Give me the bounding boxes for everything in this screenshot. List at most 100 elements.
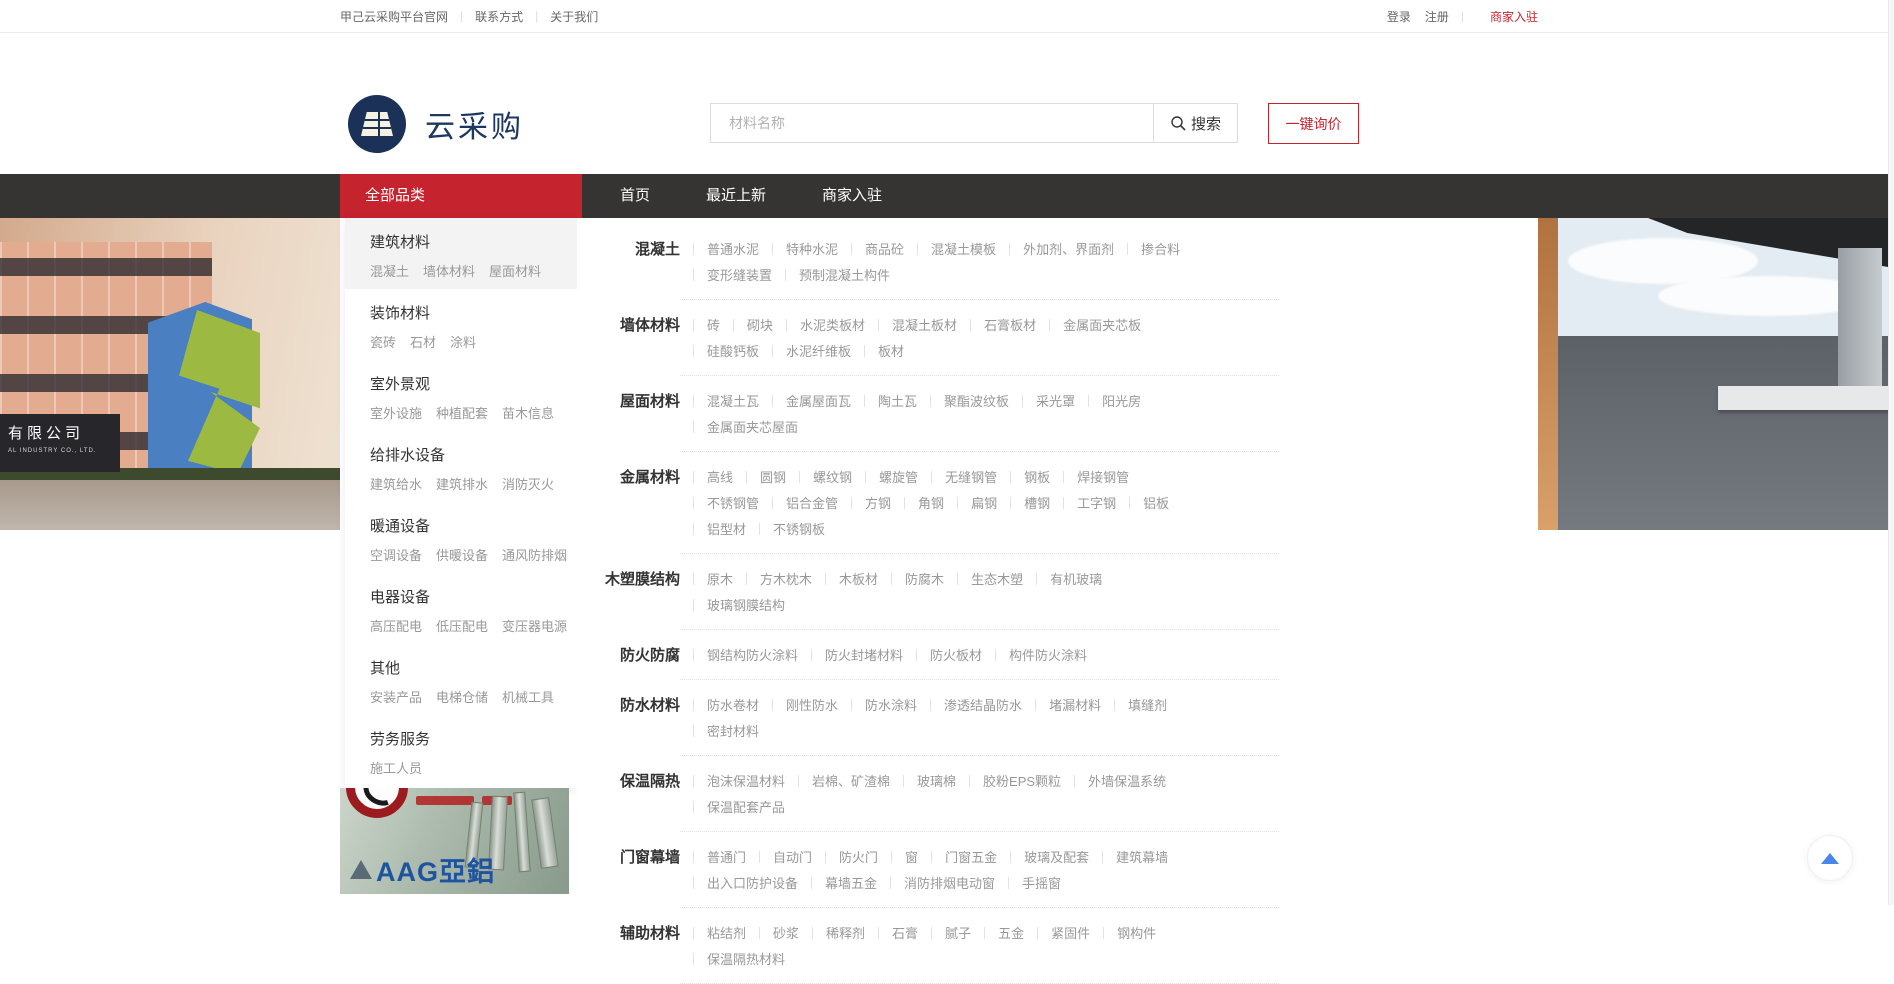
sidebar-sub-link[interactable]: 瓷砖 [370,332,396,351]
login-link[interactable]: 登录 [1387,8,1411,25]
mega-sub-link[interactable]: 防水涂料 [865,693,917,719]
sidebar-group-title[interactable]: 其他 [370,657,577,678]
mega-sub-link[interactable]: 保温配套产品 [707,795,785,821]
mega-category-label[interactable]: 金属材料 [590,452,680,554]
mega-category-label[interactable]: 保温隔热 [590,756,680,832]
mega-sub-link[interactable]: 水泥纤维板 [786,339,851,365]
mega-sub-link[interactable]: 圆钢 [760,465,786,491]
nav-item[interactable]: 首页 [620,174,650,218]
search-button[interactable]: 搜索 [1153,104,1237,142]
search-input[interactable] [711,104,1153,142]
sidebar-sub-link[interactable]: 涂料 [450,332,476,351]
sidebar-group[interactable]: 其他安装产品电梯仓储机械工具 [345,644,577,715]
mega-sub-link[interactable]: 幕墙五金 [825,871,877,897]
mega-sub-link[interactable]: 出入口防护设备 [707,871,798,897]
all-categories-button[interactable]: 全部品类 [340,174,582,218]
mega-sub-link[interactable]: 变形缝装置 [707,263,772,289]
mega-sub-link[interactable]: 刚性防水 [786,693,838,719]
mega-sub-link[interactable]: 建筑幕墙 [1116,845,1168,871]
mega-sub-link[interactable]: 钢板 [1024,465,1050,491]
mega-sub-link[interactable]: 玻璃棉 [917,769,956,795]
sidebar-sub-link[interactable]: 电梯仓储 [436,687,488,706]
mega-sub-link[interactable]: 金属屋面瓦 [786,389,851,415]
sidebar-group[interactable]: 建筑材料混凝土墙体材料屋面材料 [345,218,577,289]
mega-sub-link[interactable]: 方木枕木 [760,567,812,593]
mega-sub-link[interactable]: 硅酸钙板 [707,339,759,365]
mega-sub-link[interactable]: 无缝钢管 [945,465,997,491]
sidebar-group[interactable]: 暖通设备空调设备供暖设备通风防排烟 [345,502,577,573]
sidebar-sub-link[interactable]: 通风防排烟 [502,545,567,564]
back-to-top-button[interactable] [1807,835,1853,881]
nav-item[interactable]: 最近上新 [706,174,766,218]
sidebar-group[interactable]: 电器设备高压配电低压配电变压器电源 [345,573,577,644]
mega-sub-link[interactable]: 铝板 [1143,491,1169,517]
sidebar-sub-link[interactable]: 安装产品 [370,687,422,706]
sidebar-sub-link[interactable]: 建筑排水 [436,474,488,493]
mega-sub-link[interactable]: 防火封堵材料 [825,643,903,669]
mega-sub-link[interactable]: 堵漏材料 [1049,693,1101,719]
mega-sub-link[interactable]: 粘结剂 [707,921,746,947]
mega-sub-link[interactable]: 混凝土模板 [931,237,996,263]
mega-sub-link[interactable]: 自动门 [773,845,812,871]
mega-category-label[interactable]: 辅助材料 [590,908,680,984]
mega-sub-link[interactable]: 稀释剂 [826,921,865,947]
mega-sub-link[interactable]: 混凝土瓦 [707,389,759,415]
mega-sub-link[interactable]: 石膏板材 [984,313,1036,339]
mega-sub-link[interactable]: 铝合金管 [786,491,838,517]
mega-category-label[interactable]: 防火防腐 [590,630,680,680]
sidebar-sub-link[interactable]: 消防灭火 [502,474,554,493]
sidebar-group[interactable]: 装饰材料瓷砖石材涂料 [345,289,577,360]
mega-category-label[interactable]: 防水材料 [590,680,680,756]
sidebar-sub-link[interactable]: 建筑给水 [370,474,422,493]
mega-sub-link[interactable]: 防火门 [839,845,878,871]
mega-sub-link[interactable]: 金属面夹芯屋面 [707,415,798,441]
sidebar-sub-link[interactable]: 高压配电 [370,616,422,635]
mega-sub-link[interactable]: 岩棉、矿渣棉 [812,769,890,795]
mega-sub-link[interactable]: 混凝土板材 [892,313,957,339]
mega-sub-link[interactable]: 钢构件 [1117,921,1156,947]
mega-sub-link[interactable]: 采光罩 [1036,389,1075,415]
mega-sub-link[interactable]: 泡沫保温材料 [707,769,785,795]
mega-sub-link[interactable]: 焊接钢管 [1077,465,1129,491]
mega-sub-link[interactable]: 阳光房 [1102,389,1141,415]
mega-sub-link[interactable]: 石膏 [892,921,918,947]
sidebar-sub-link[interactable]: 墙体材料 [423,261,475,280]
mega-sub-link[interactable]: 螺纹钢 [813,465,852,491]
mega-sub-link[interactable]: 工字钢 [1077,491,1116,517]
mega-sub-link[interactable]: 不锈钢板 [773,517,825,543]
mega-sub-link[interactable]: 陶土瓦 [878,389,917,415]
mega-sub-link[interactable]: 砌块 [747,313,773,339]
mega-sub-link[interactable]: 消防排烟电动窗 [904,871,995,897]
mega-category-label[interactable]: 混凝土 [590,224,680,300]
mega-sub-link[interactable]: 外加剂、界面剂 [1023,237,1114,263]
scrollbar[interactable] [1888,0,1894,905]
sidebar-sub-link[interactable]: 空调设备 [370,545,422,564]
sidebar-sub-link[interactable]: 供暖设备 [436,545,488,564]
mega-sub-link[interactable]: 高线 [707,465,733,491]
sidebar-group-title[interactable]: 劳务服务 [370,728,577,749]
mega-sub-link[interactable]: 方钢 [865,491,891,517]
sidebar-sub-link[interactable]: 变压器电源 [502,616,567,635]
sidebar-group-title[interactable]: 给排水设备 [370,444,577,465]
mega-sub-link[interactable]: 五金 [998,921,1024,947]
mega-sub-link[interactable]: 防水卷材 [707,693,759,719]
mega-sub-link[interactable]: 外墙保温系统 [1088,769,1166,795]
mega-sub-link[interactable]: 铝型材 [707,517,746,543]
mega-sub-link[interactable]: 钢结构防火涂料 [707,643,798,669]
mega-category-label[interactable]: 木塑膜结构 [590,554,680,630]
sidebar-group[interactable]: 劳务服务施工人员 [345,715,577,786]
sidebar-sub-link[interactable]: 屋面材料 [489,261,541,280]
mega-sub-link[interactable]: 聚酯波纹板 [944,389,1009,415]
mega-sub-link[interactable]: 紧固件 [1051,921,1090,947]
sidebar-sub-link[interactable]: 低压配电 [436,616,488,635]
sidebar-group-title[interactable]: 电器设备 [370,586,577,607]
sidebar-sub-link[interactable]: 石材 [410,332,436,351]
mega-sub-link[interactable]: 普通水泥 [707,237,759,263]
mega-sub-link[interactable]: 有机玻璃 [1050,567,1102,593]
mega-sub-link[interactable]: 玻璃及配套 [1024,845,1089,871]
carousel-image-left[interactable]: 有限公司 AL INDUSTRY CO., LTD. [0,218,340,530]
register-link[interactable]: 注册 [1425,8,1449,25]
sidebar-group[interactable]: 室外景观室外设施种植配套苗木信息 [345,360,577,431]
sidebar-ad-banner[interactable]: AAG亞鋁 [340,788,569,894]
mega-sub-link[interactable]: 砖 [707,313,720,339]
